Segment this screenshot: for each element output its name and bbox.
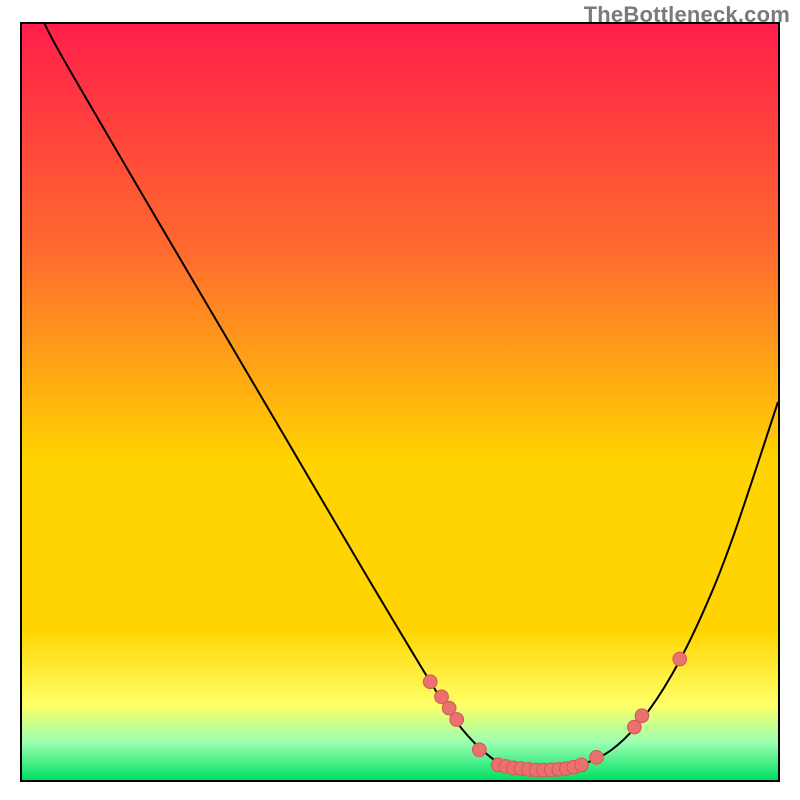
- data-point: [575, 758, 589, 772]
- watermark-text: TheBottleneck.com: [584, 2, 790, 28]
- gradient-background: [22, 24, 778, 780]
- data-point: [423, 675, 437, 689]
- data-point: [450, 713, 464, 727]
- data-point: [673, 652, 687, 666]
- data-point: [590, 751, 604, 765]
- chart-frame: [20, 22, 780, 782]
- data-point: [473, 743, 487, 757]
- data-point: [635, 709, 649, 723]
- chart-svg: [22, 24, 778, 780]
